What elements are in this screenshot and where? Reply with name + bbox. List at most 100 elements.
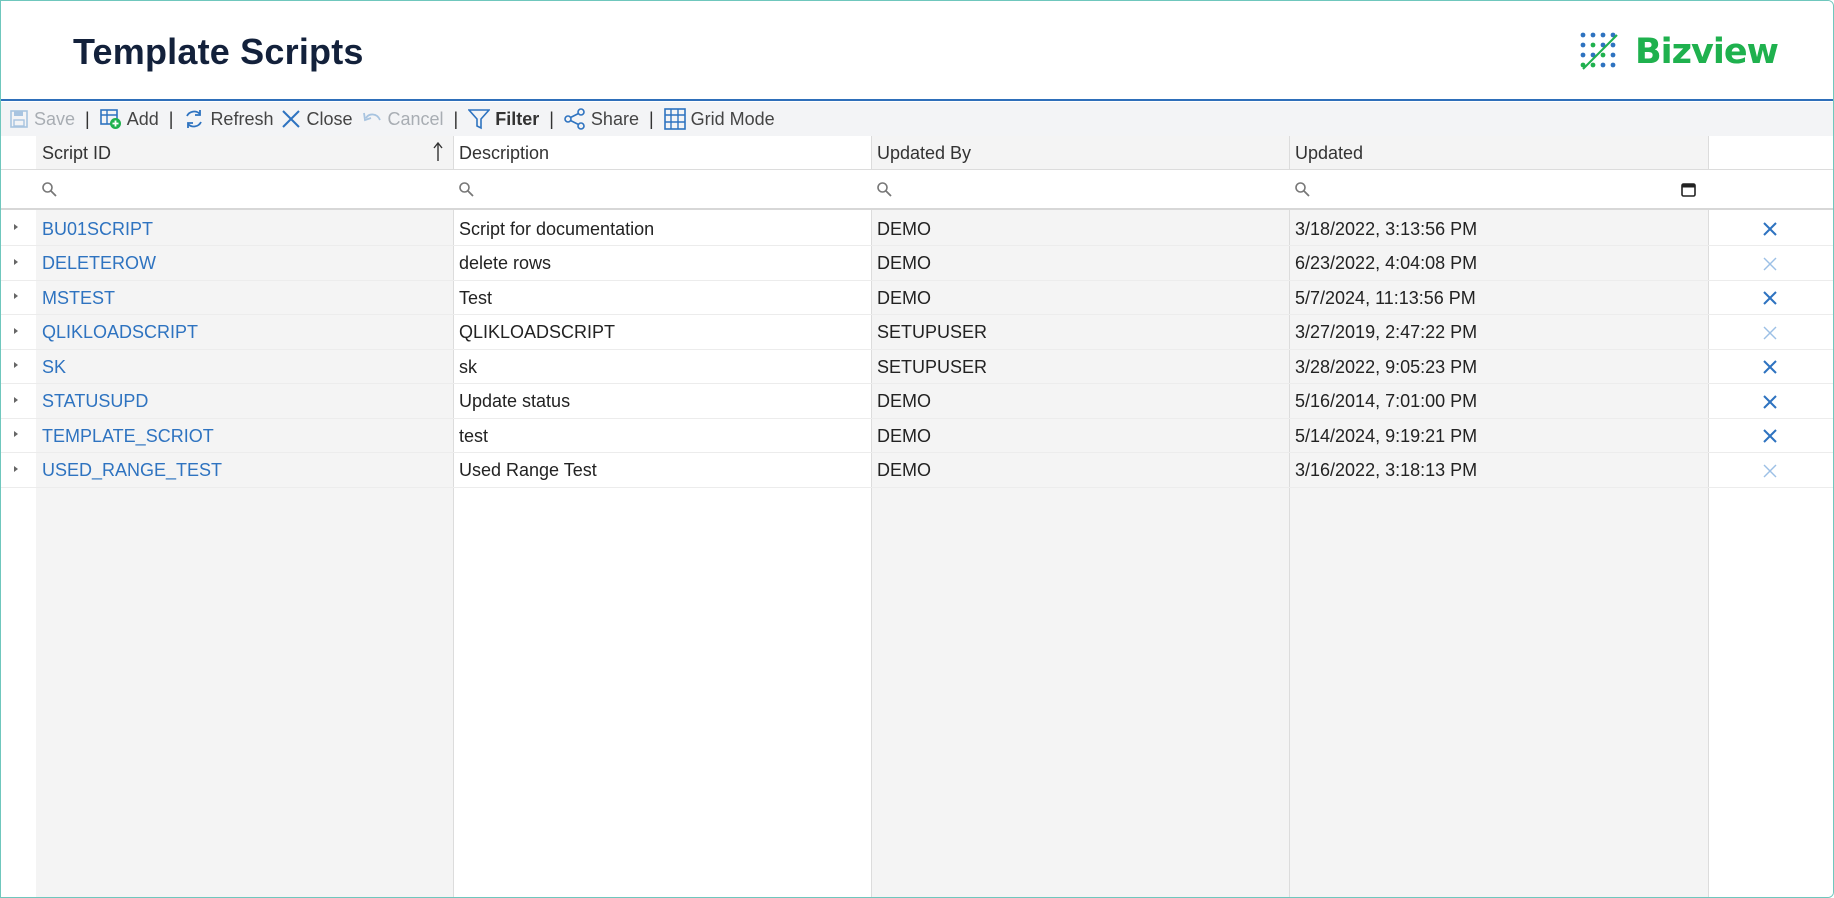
column-header-label: Description (459, 142, 550, 163)
filter-input-script-id[interactable] (36, 170, 453, 208)
grid-mode-button[interactable]: Grid Mode (660, 102, 779, 136)
cell-updated: 3/28/2022, 9:05:23 PM (1295, 356, 1478, 377)
cell-updated-by: DEMO (877, 287, 931, 308)
filter-icon (468, 109, 491, 130)
refresh-button[interactable]: Refresh (179, 102, 277, 136)
cell-updated: 5/16/2014, 7:01:00 PM (1295, 391, 1478, 411)
column-header-script-id[interactable]: Script ID (36, 136, 453, 170)
table-row[interactable]: BU01SCRIPT Script for documentation DEMO 3/… (1, 212, 1833, 246)
close-button[interactable]: Close (277, 102, 356, 136)
cell-updated-by: DEMO (877, 460, 931, 480)
cell-script-id[interactable]: TEMPLATE_SCRIOT (36, 419, 453, 453)
save-icon (10, 110, 28, 128)
filter-input-description[interactable] (453, 170, 871, 208)
page-header: Template Scripts Bizview (1, 1, 1833, 101)
column-header-updated[interactable]: Updated (1289, 136, 1708, 170)
table-row[interactable]: MSTEST Test DEMO 5/7/2024, 11:13:56 PM (1, 281, 1833, 315)
cell-description: Script for documentation (459, 218, 655, 239)
close-label: Close (306, 108, 353, 129)
cell-updated-by: DEMO (877, 218, 931, 239)
table-row[interactable]: SK sk SETUPUSER 3/28/2022, 9:05:23 PM (1, 350, 1833, 384)
cell-description: Update status (459, 391, 571, 411)
delete-row-icon[interactable] (1761, 358, 1779, 376)
filter-label: Filter (495, 108, 540, 129)
cell-updated-by: DEMO (877, 253, 931, 273)
column-header-description[interactable]: Description (453, 136, 871, 170)
expand-row-icon[interactable] (11, 429, 21, 439)
cell-updated: 3/16/2022, 3:18:13 PM (1295, 460, 1478, 480)
cell-updated: 5/7/2024, 11:13:56 PM (1295, 287, 1476, 308)
search-icon (42, 182, 57, 197)
cell-updated: 3/18/2022, 3:13:56 PM (1295, 218, 1478, 239)
filter-button[interactable]: Filter (464, 102, 543, 136)
table-row[interactable]: DELETEROW delete rows DEMO 6/23/2022, 4:04:… (1, 247, 1833, 281)
share-button[interactable]: Share (560, 102, 643, 136)
cell-updated: 5/14/2024, 9:19:21 PM (1295, 425, 1478, 446)
delete-row-icon[interactable] (1761, 289, 1779, 307)
expand-row-icon[interactable] (11, 257, 21, 267)
cell-description: Used Range Test (459, 460, 597, 480)
toolbar-separator: | (168, 108, 174, 129)
cell-script-id[interactable]: BU01SCRIPT (36, 212, 453, 246)
cell-script-id[interactable]: STATUSUPD (36, 385, 453, 419)
share-icon (564, 108, 585, 130)
delete-row-icon[interactable] (1761, 324, 1779, 342)
add-label: Add (126, 108, 159, 129)
expand-row-icon[interactable] (11, 291, 21, 301)
cell-description: Test (459, 287, 493, 308)
logo-text: Bizview (1635, 32, 1779, 72)
cell-description: sk (459, 356, 477, 377)
column-header-updated-by[interactable]: Updated By (871, 136, 1289, 170)
filter-input-updated[interactable] (1289, 170, 1708, 208)
delete-row-icon[interactable] (1761, 427, 1779, 445)
refresh-label: Refresh (210, 108, 274, 129)
sort-ascending-icon[interactable] (433, 142, 443, 162)
add-button[interactable]: Add (96, 102, 163, 136)
table-row[interactable]: USED_RANGE_TEST Used Range Test DEMO 3/16/2… (1, 454, 1833, 488)
table-row[interactable]: QLIKLOADSCRIPT QLIKLOADSCRIPT SETUPUSER 3/2… (1, 316, 1833, 350)
cell-updated-by: DEMO (877, 425, 931, 446)
search-icon (459, 182, 474, 197)
cell-description: test (459, 425, 489, 446)
bizview-logo: Bizview (1579, 31, 1779, 73)
column-header-label: Script ID (42, 142, 112, 163)
cell-description: delete rows (459, 253, 552, 273)
cell-script-id[interactable]: DELETEROW (36, 247, 453, 281)
expand-row-icon[interactable] (11, 464, 21, 474)
delete-row-icon[interactable] (1761, 255, 1779, 273)
cell-updated-by: DEMO (877, 391, 931, 411)
cell-script-id[interactable]: QLIKLOADSCRIPT (36, 316, 453, 350)
toolbar-separator: | (453, 108, 459, 129)
toolbar-separator: | (648, 108, 654, 129)
expand-row-icon[interactable] (11, 395, 21, 405)
filter-input-updated-by[interactable] (871, 170, 1289, 208)
data-grid: Script ID Description Updated By Updated… (1, 136, 1833, 897)
table-row[interactable]: TEMPLATE_SCRIOT test DEMO 5/14/2024, 9:19:2… (1, 419, 1833, 453)
grid-icon (663, 108, 686, 130)
cell-script-id[interactable]: MSTEST (36, 281, 453, 315)
cell-script-id[interactable]: USED_RANGE_TEST (36, 454, 453, 488)
cell-script-id[interactable]: SK (36, 350, 453, 384)
column-header-label: Updated (1295, 142, 1364, 163)
expand-row-icon[interactable] (11, 222, 21, 232)
table-row[interactable]: STATUSUPD Update status DEMO 5/16/2014, 7:0… (1, 385, 1833, 419)
delete-row-icon[interactable] (1761, 462, 1779, 480)
expand-row-icon[interactable] (11, 360, 21, 370)
calendar-icon[interactable] (1681, 182, 1696, 197)
cell-updated: 3/27/2019, 2:47:22 PM (1295, 322, 1478, 342)
grid-mode-label: Grid Mode (690, 108, 775, 129)
cell-updated-by: SETUPUSER (877, 322, 988, 342)
grid-filter-row (1, 170, 1833, 210)
expand-row-icon[interactable] (11, 326, 21, 336)
search-icon (1295, 182, 1310, 197)
cell-updated-by: SETUPUSER (877, 356, 988, 377)
delete-row-icon[interactable] (1761, 220, 1779, 238)
add-icon (99, 109, 121, 129)
toolbar: Save | Add | Refresh Close Cancel | Filt… (1, 102, 1833, 136)
cancel-button[interactable]: Cancel (357, 102, 448, 136)
cancel-label: Cancel (387, 108, 444, 129)
save-label: Save (34, 108, 76, 129)
delete-row-icon[interactable] (1761, 393, 1779, 411)
save-button[interactable]: Save (5, 102, 79, 136)
close-icon (282, 110, 301, 128)
